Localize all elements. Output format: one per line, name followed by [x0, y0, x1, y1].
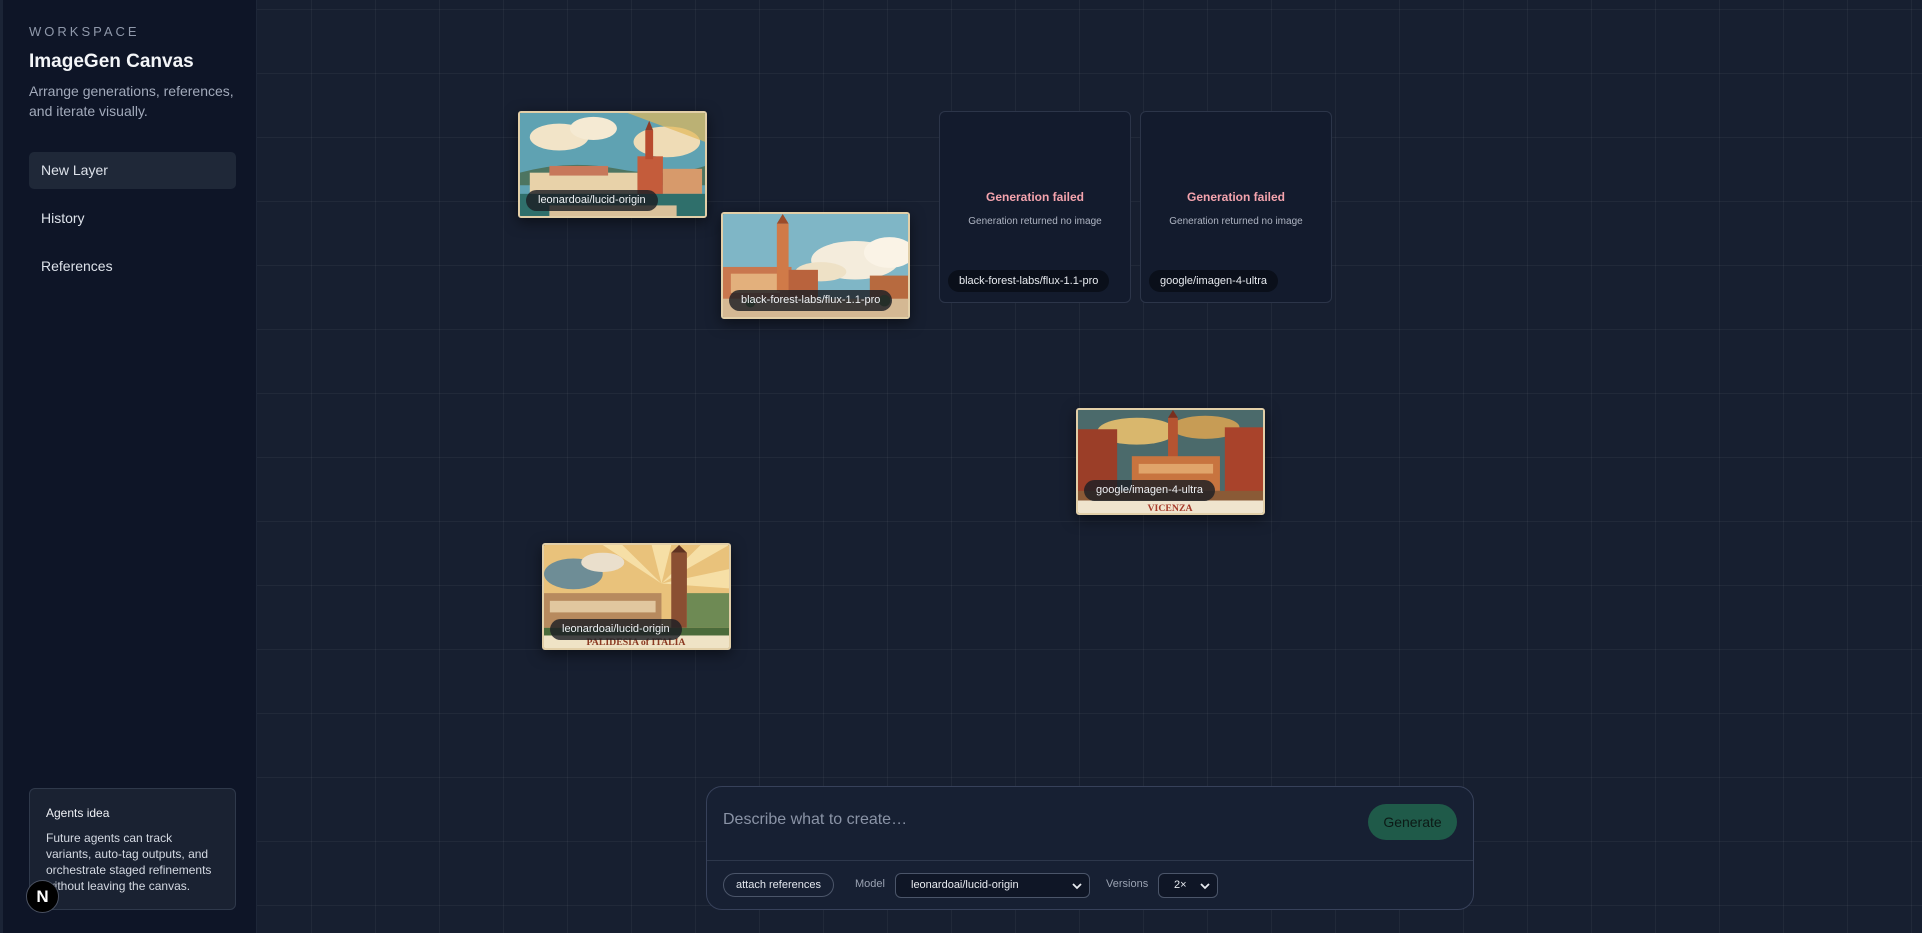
generation-card[interactable]: black-forest-labs/flux-1.1-pro: [721, 212, 910, 319]
model-select[interactable]: leonardoai/lucid-origin: [895, 873, 1090, 898]
failed-message: Generation returned no image: [1169, 216, 1303, 227]
model-label: Model: [855, 878, 885, 890]
svg-text:VICENZA: VICENZA: [1147, 503, 1192, 513]
model-tag: google/imagen-4-ultra: [1149, 270, 1279, 292]
failed-generation-card[interactable]: Generation failed Generation returned no…: [939, 111, 1131, 303]
chevron-down-icon: [1072, 883, 1082, 890]
failed-title: Generation failed: [1186, 190, 1286, 204]
agents-idea-body: Future agents can track variants, auto-t…: [46, 831, 212, 893]
model-tag: leonardoai/lucid-origin: [526, 190, 658, 211]
model-tag: black-forest-labs/flux-1.1-pro: [729, 290, 893, 311]
nav-history-label: History: [41, 210, 85, 226]
nav-history[interactable]: History: [29, 200, 236, 237]
generate-button[interactable]: Generate: [1368, 804, 1457, 840]
prompt-divider: [707, 860, 1473, 861]
agents-idea-title: Agents idea: [46, 806, 110, 820]
attach-references-button[interactable]: attach references: [723, 873, 834, 897]
nav-new-layer[interactable]: New Layer: [29, 152, 236, 189]
nav-references[interactable]: References: [29, 248, 236, 285]
failed-message: Generation returned no image: [968, 216, 1102, 227]
agents-idea-card: Agents idea Future agents can track vari…: [29, 788, 236, 910]
model-select-value: leonardoai/lucid-origin: [911, 879, 1019, 891]
app-title: ImageGen Canvas: [29, 51, 194, 72]
sidebar: WORKSPACE ImageGen Canvas Arrange genera…: [0, 0, 257, 933]
n-logo-letter: N: [36, 886, 49, 906]
workspace-label: WORKSPACE: [29, 24, 140, 39]
prompt-bar: Generate attach references Model leonard…: [706, 786, 1474, 910]
generation-card[interactable]: leonardoai/lucid-origin: [518, 111, 707, 218]
versions-label: Versions: [1106, 878, 1149, 890]
nav-new-layer-label: New Layer: [41, 162, 108, 178]
model-tag: leonardoai/lucid-origin: [550, 619, 682, 640]
failed-title: Generation failed: [985, 190, 1085, 204]
generation-card[interactable]: PALIDESIA of ITALIA leonardoai/lucid-ori…: [542, 543, 731, 650]
n-logo-icon[interactable]: N: [26, 880, 59, 913]
app-subtitle: Arrange generations, references, and ite…: [29, 83, 234, 119]
model-tag: black-forest-labs/flux-1.1-pro: [948, 270, 1110, 292]
versions-select-value: 2×: [1174, 879, 1187, 891]
generation-card[interactable]: VICENZA google/imagen-4-ultra: [1076, 408, 1265, 515]
versions-select[interactable]: 2×: [1158, 873, 1218, 898]
nav-references-label: References: [41, 258, 113, 274]
chevron-down-icon: [1200, 883, 1210, 890]
canvas[interactable]: leonardoai/lucid-origin black-forest-lab…: [257, 0, 1922, 933]
model-tag: google/imagen-4-ultra: [1084, 480, 1216, 501]
failed-generation-card[interactable]: Generation failed Generation returned no…: [1140, 111, 1332, 303]
prompt-input[interactable]: [723, 805, 1333, 835]
